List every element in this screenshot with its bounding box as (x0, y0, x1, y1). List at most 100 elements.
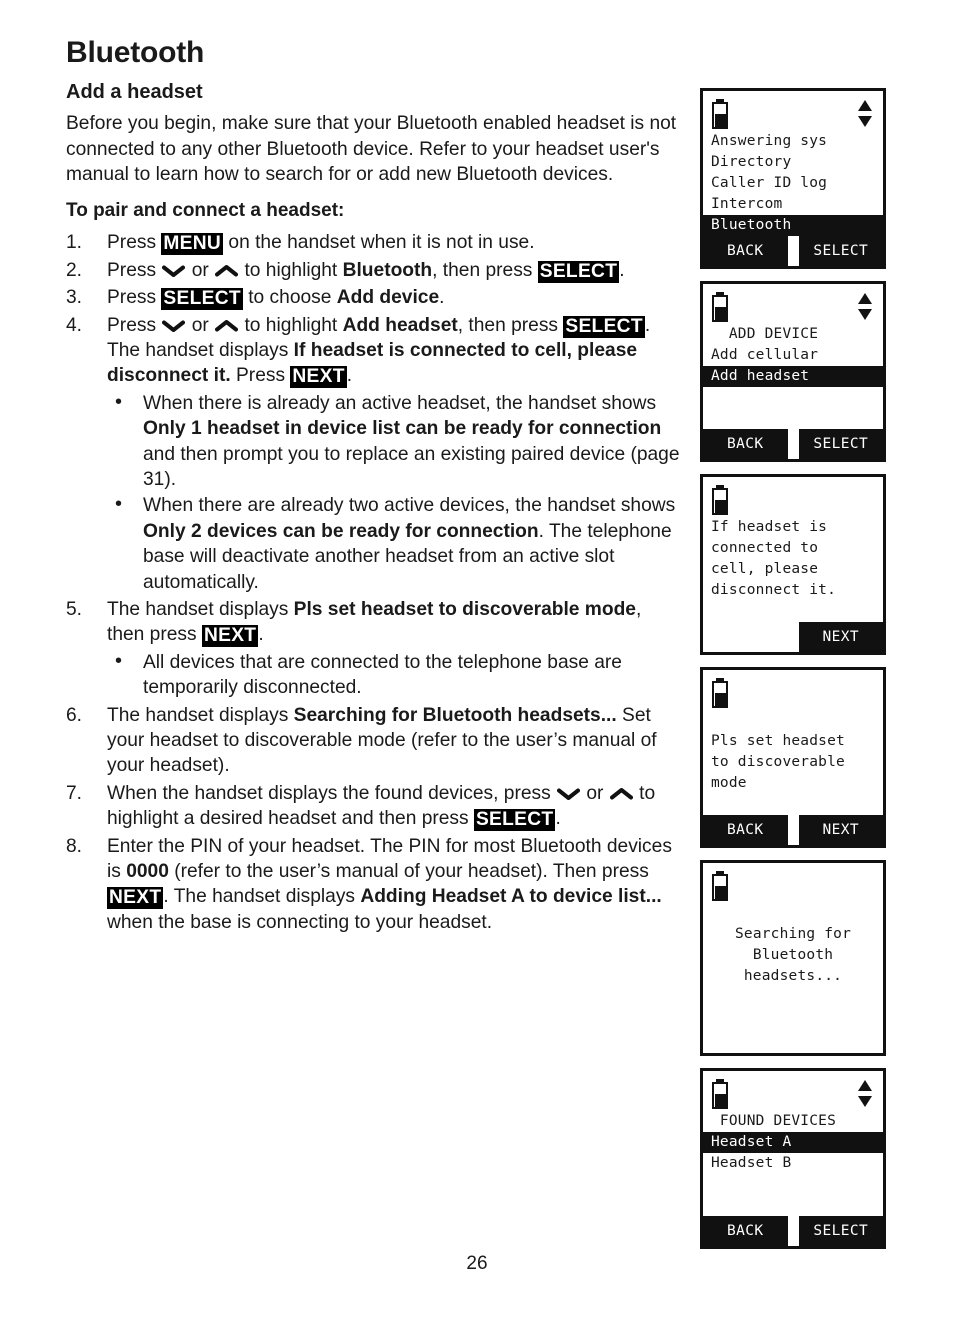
key-next: NEXT (107, 887, 164, 910)
softkey-left-back[interactable]: BACK (703, 236, 788, 266)
manual-page: Bluetooth Add a headset Before you begin… (0, 0, 954, 1336)
step-number: 5. (66, 598, 83, 620)
key-select: SELECT (161, 288, 243, 311)
step-1: 1. Press MENU on the handset when it is n… (66, 230, 682, 256)
step-text: or (186, 259, 215, 281)
bullet-dot-icon: • (115, 649, 123, 672)
step-text: Press (107, 232, 162, 254)
step-text: on the handset when it is not in use. (223, 232, 535, 254)
step-text: , then press (457, 314, 564, 336)
lcd-line-selected: Bluetooth (703, 215, 883, 236)
emphasis-bluetooth: Bluetooth (342, 259, 433, 281)
bullet-dot-icon: • (115, 390, 123, 413)
lcd-screen-searching: Searching for Bluetooth headsets... (700, 860, 886, 1056)
chevron-down-icon (162, 319, 186, 333)
bullet-text: When there is already an active headset,… (143, 392, 657, 414)
lcd-status-row (710, 869, 876, 903)
step-text: The handset displays (107, 704, 294, 726)
lcd-status-row (710, 676, 876, 710)
lcd-line: ADD DEVICE (711, 326, 819, 342)
page-number: 26 (466, 1253, 488, 1274)
lcd-body: Searching for Bluetooth headsets... (703, 863, 883, 1029)
chevron-up-icon (215, 319, 239, 333)
step-text: when the base is connecting to your head… (107, 911, 493, 933)
step-text: The handset displays (107, 598, 294, 620)
lcd-status-row (710, 97, 876, 131)
step-5-bullets: • All devices that are connected to the t… (107, 650, 682, 701)
lcd-status-row (710, 483, 876, 517)
lcd-line: disconnect it. (711, 582, 837, 598)
lcd-line (710, 1195, 876, 1216)
softkey-left-back[interactable]: BACK (703, 429, 788, 459)
emphasis-add-headset: Add headset (342, 314, 458, 336)
scroll-up-down-icon (857, 99, 873, 128)
scroll-up-down-icon (857, 292, 873, 321)
step-2: 2. Press or to highlight Bluetooth, then … (66, 258, 682, 283)
lcd-line: mode (711, 775, 747, 791)
scroll-up-down-icon (857, 1079, 873, 1108)
lcd-line: Directory (711, 154, 792, 170)
intro-paragraph: Before you begin, make sure that your Bl… (66, 113, 677, 185)
step-text: (refer to the user’s manual of your head… (168, 861, 649, 883)
emphasis-message: Searching for Bluetooth headsets... (293, 704, 617, 726)
step-text: . (555, 808, 561, 830)
bullet-dot-icon: • (115, 493, 123, 516)
bullet-text: and then prompt you to replace an existi… (143, 443, 680, 490)
softkey-right-select[interactable]: SELECT (798, 1216, 883, 1246)
lcd-softkey-bar: BACK NEXT (703, 815, 883, 845)
bullet-item: • All devices that are connected to the t… (107, 650, 682, 701)
emphasis-message: Only 2 devices can be ready for connecti… (143, 520, 539, 542)
step-text: . (346, 365, 353, 387)
lcd-screen-disconnect-cell-prompt: If headset is connected to cell, please dis… (700, 474, 886, 655)
step-4-bullets: • When there is already an active headset… (107, 391, 682, 595)
battery-icon (712, 678, 728, 708)
lcd-line (710, 408, 876, 429)
step-number: 8. (66, 835, 83, 857)
step-text: Press (107, 287, 162, 309)
lcd-line: If headset is (711, 519, 828, 535)
lcd-line (710, 1174, 876, 1195)
lcd-line (710, 710, 876, 731)
softkey-divider (787, 622, 799, 652)
lcd-line-selected: Add headset (703, 366, 883, 387)
lcd-line: cell, please (711, 561, 819, 577)
key-menu: MENU (161, 233, 224, 256)
step-text: . (619, 259, 625, 281)
procedure-steps: 1. Press MENU on the handset when it is n… (66, 230, 682, 935)
bullet-item: • When there is already an active headset… (107, 391, 682, 493)
softkey-left-back[interactable]: BACK (703, 1216, 788, 1246)
softkey-right-next[interactable]: NEXT (798, 622, 883, 652)
chevron-down-icon (162, 264, 186, 278)
lcd-body: FOUND DEVICES Headset A Headset B (703, 1071, 883, 1216)
emphasis-message: Adding Headset A to device list... (360, 886, 662, 908)
softkey-left-back[interactable]: BACK (703, 815, 788, 845)
key-next: NEXT (201, 625, 259, 648)
step-7: 7. When the handset displays the found de… (66, 781, 682, 832)
lcd-body: Answering sys Directory Caller ID log Inter… (703, 91, 883, 236)
step-text: or (186, 314, 215, 336)
lcd-line (710, 387, 876, 408)
softkey-right-next[interactable]: NEXT (798, 815, 883, 845)
battery-icon (712, 485, 728, 515)
lcd-softkey-bar: BACK SELECT (703, 1216, 883, 1246)
step-number: 3. (66, 287, 83, 309)
lcd-body: ADD DEVICE Add cellular Add headset (703, 284, 883, 429)
step-number: 4. (66, 314, 83, 336)
step-number: 2. (66, 259, 83, 281)
chevron-up-icon (215, 264, 239, 278)
step-text: . The handset displays (163, 886, 361, 908)
lcd-line: to discoverable (711, 754, 845, 770)
softkey-divider (787, 236, 799, 266)
lcd-line: FOUND DEVICES (711, 1113, 837, 1129)
step-number: 7. (66, 782, 83, 804)
step-8: 8. Enter the PIN of your headset. The PIN… (66, 834, 682, 936)
softkey-right-select[interactable]: SELECT (798, 429, 883, 459)
bullet-text: When there are already two active device… (143, 495, 676, 517)
lcd-line: connected to (711, 540, 819, 556)
step-text: . (258, 624, 264, 646)
lcd-line: Searching for (734, 926, 852, 942)
lcd-line (710, 794, 876, 815)
softkey-right-select[interactable]: SELECT (798, 236, 883, 266)
procedure-title: To pair and connect a headset: (66, 199, 345, 221)
step-6: 6. The handset displays Searching for Blu… (66, 703, 682, 779)
